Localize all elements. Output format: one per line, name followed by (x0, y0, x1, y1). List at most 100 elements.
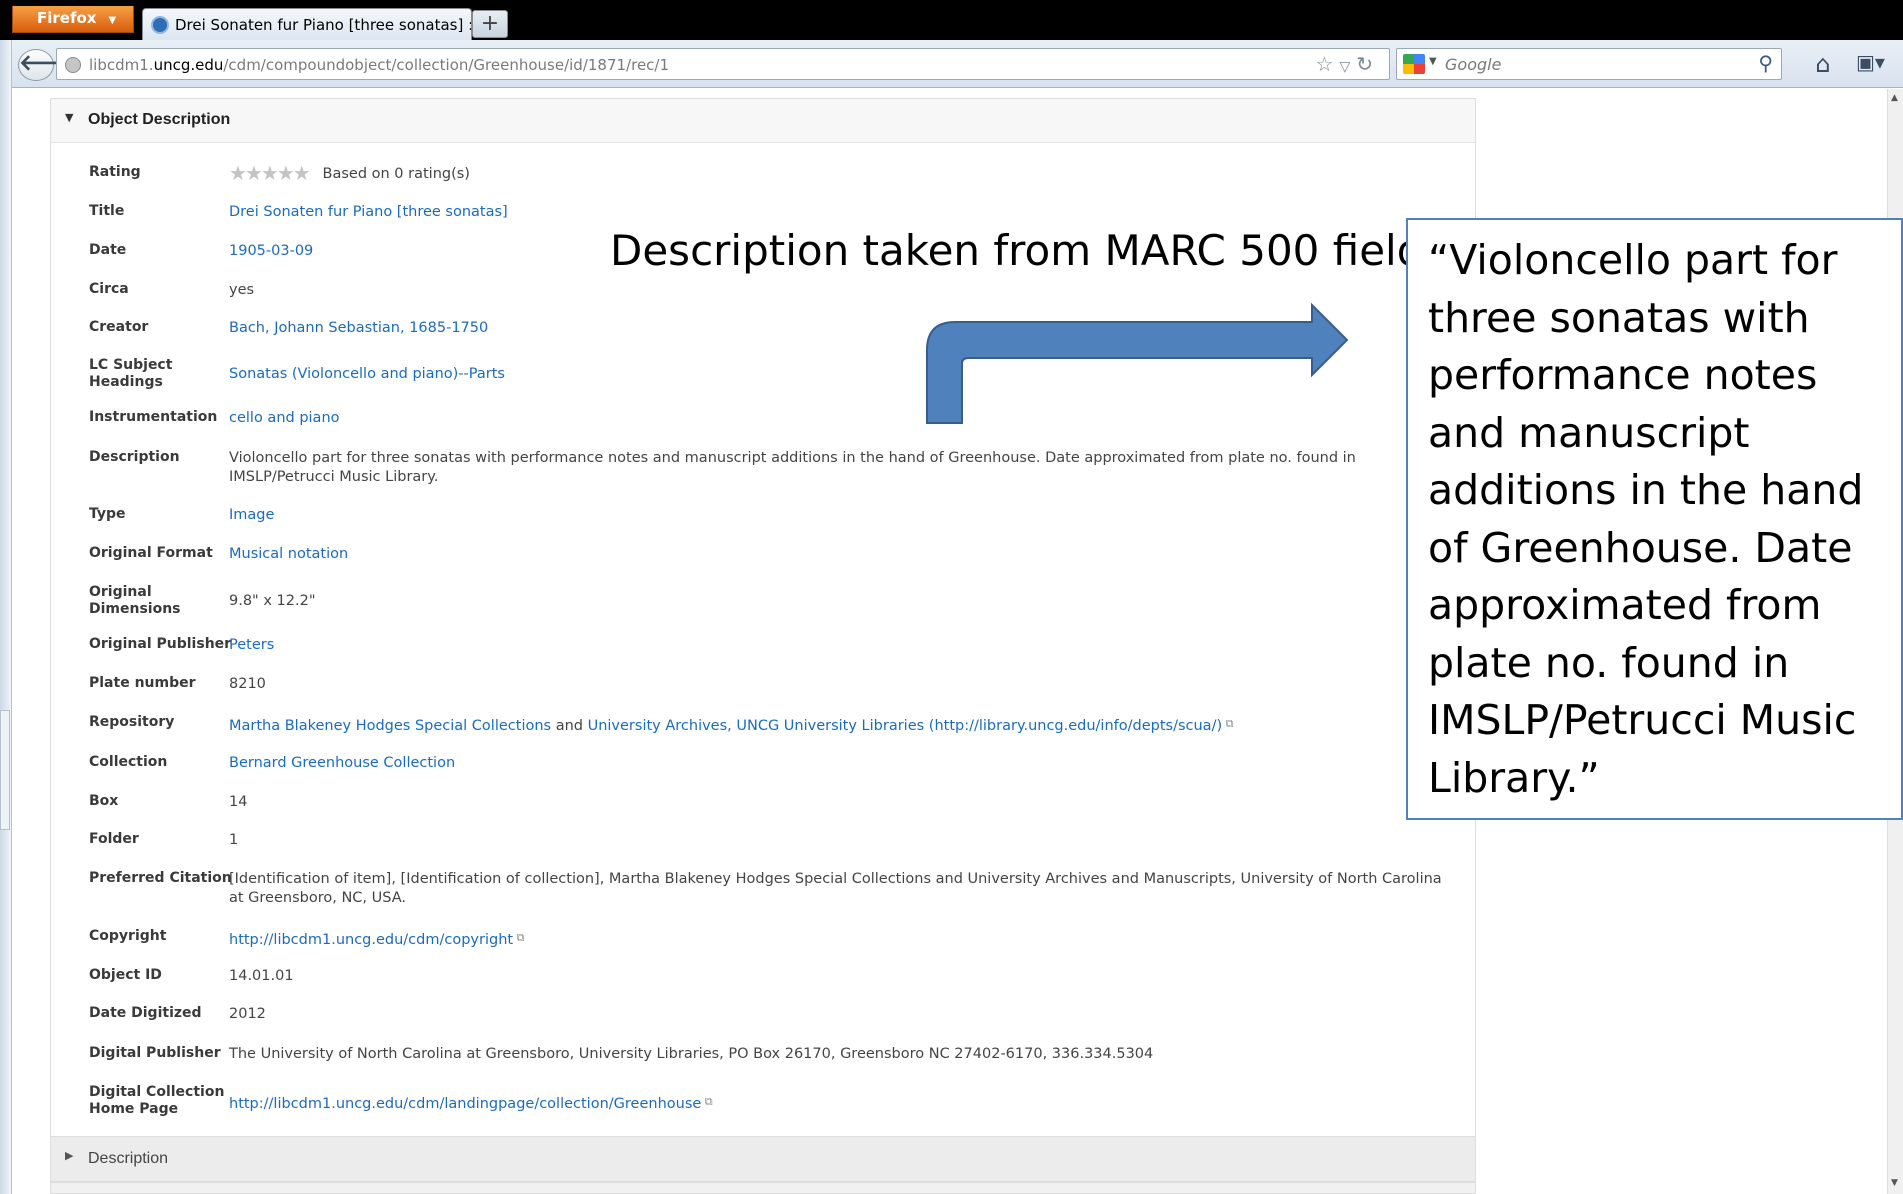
search-bar[interactable]: ▼ Google ⚲ (1396, 48, 1782, 80)
field-label: Creator (89, 319, 149, 335)
reload-icon[interactable]: ↻ (1356, 52, 1379, 76)
title-bar: Firefox ▼ Drei Sonaten fur Piano [three s… (0, 0, 1903, 40)
panel-title: Object Description (88, 111, 231, 128)
date-link[interactable]: 1905-03-09 (229, 243, 313, 259)
collection-link[interactable]: Bernard Greenhouse Collection (229, 755, 455, 771)
field-label: Folder (89, 831, 139, 847)
rating-summary: Based on 0 rating(s) (322, 166, 470, 182)
tab-active[interactable]: Drei Sonaten fur Piano [three sonatas] :… (142, 8, 472, 40)
field-value: 2012 (229, 1006, 266, 1022)
field-label: Digital Collection Home Page (89, 1084, 225, 1117)
next-section-header[interactable] (50, 1182, 1476, 1194)
resize-handle[interactable] (0, 710, 10, 830)
field-value: yes (229, 282, 255, 298)
field-label: Date Digitized (89, 1005, 202, 1021)
site-identity-icon[interactable] (65, 57, 81, 73)
bookmark-star-icon[interactable]: ☆ (1316, 52, 1340, 76)
field-label: Date (89, 242, 127, 258)
field-value: [Identification of item], [Identificatio… (229, 871, 1442, 906)
home-page-link[interactable]: http://libcdm1.uncg.edu/cdm/landingpage/… (229, 1096, 701, 1112)
google-engine-icon[interactable] (1403, 54, 1425, 74)
url-bar[interactable]: libcdm1.uncg.edu/cdm/compoundobject/coll… (56, 48, 1390, 80)
field-label: Object ID (89, 967, 162, 983)
field-label: Description (89, 449, 180, 465)
copyright-link[interactable]: http://libcdm1.uncg.edu/cdm/copyright (229, 932, 513, 948)
firefox-menu-button[interactable]: Firefox ▼ (12, 6, 134, 33)
star-icon[interactable]: ★ (261, 161, 279, 185)
field-label: Digital Publisher (89, 1045, 221, 1061)
star-icon[interactable]: ★ (293, 161, 311, 185)
subject-link[interactable]: Sonatas (Violoncello and piano)--Parts (229, 366, 505, 382)
type-link[interactable]: Image (229, 507, 274, 523)
repository-url-link[interactable]: (http://library.uncg.edu/info/depts/scua… (924, 718, 1222, 734)
format-link[interactable]: Musical notation (229, 546, 348, 562)
tab-title: Drei Sonaten fur Piano [three sonatas] :… (175, 16, 472, 34)
new-tab-button[interactable]: + (472, 10, 508, 38)
chevron-down-icon: ▼ (108, 15, 117, 26)
url-tools: ☆▽↻ (1316, 52, 1379, 76)
url-prefix: libcdm1. (89, 56, 154, 74)
home-button[interactable]: ⌂ (1808, 50, 1838, 80)
creator-link[interactable]: Bach, Johann Sebastian, 1685-1750 (229, 320, 488, 336)
back-button[interactable]: 🡐 (18, 49, 78, 81)
field-label: Original Dimensions (89, 584, 181, 617)
field-label: Original Publisher (89, 636, 232, 652)
external-link-icon: ⧉ (1222, 717, 1234, 730)
field-label: LC Subject Headings (89, 357, 173, 390)
description-section-label: Description (88, 1150, 169, 1167)
field-label: Plate number (89, 675, 196, 691)
callout-text: “Violoncello part for three sonatas with… (1428, 236, 1864, 802)
annotation-caption: Description taken from MARC 500 field (610, 226, 1424, 275)
field-label: Box (89, 793, 119, 809)
sidebar-edge (0, 40, 12, 1194)
field-value: 14 (229, 794, 248, 810)
star-icon[interactable]: ★ (245, 161, 263, 185)
field-label: Title (89, 203, 125, 219)
expand-triangle-icon[interactable]: ▶ (65, 1149, 73, 1162)
field-value: The University of North Carolina at Gree… (229, 1046, 1154, 1062)
collapse-triangle-icon[interactable]: ▼ (65, 111, 73, 124)
instrumentation-link[interactable]: cello and piano (229, 410, 340, 426)
bent-arrow-icon (926, 302, 1349, 424)
repository-and: and (551, 718, 588, 734)
field-label: Type (89, 506, 126, 522)
description-section-header[interactable]: ▶ Description (50, 1136, 1476, 1182)
field-value: ★★★★★ Based on 0 rating(s) (229, 161, 1454, 185)
repository-link[interactable]: Martha Blakeney Hodges Special Collectio… (229, 718, 551, 734)
field-value: 14.01.01 (229, 968, 294, 984)
url-path: /cdm/compoundobject/collection/Greenhous… (223, 56, 670, 74)
url-domain: uncg.edu (153, 56, 224, 74)
field-label: Collection (89, 754, 168, 770)
field-label: Original Format (89, 545, 213, 561)
field-value: 9.8" x 12.2" (229, 593, 316, 609)
bookmarks-menu-button[interactable]: ▣▾ (1856, 50, 1896, 80)
field-value: Violoncello part for three sonatas with … (229, 450, 1356, 485)
history-dropdown-icon[interactable]: ▽ (1339, 59, 1356, 75)
navigation-toolbar: 🡐 libcdm1.uncg.edu/cdm/compoundobject/co… (0, 40, 1903, 88)
site-favicon-icon (151, 16, 169, 34)
archives-link[interactable]: University Archives, UNCG University Lib… (588, 718, 925, 734)
title-link[interactable]: Drei Sonaten fur Piano [three sonatas] (229, 204, 508, 220)
search-icon[interactable]: ⚲ (1758, 51, 1773, 75)
scroll-down-icon[interactable]: ▼ (1891, 1178, 1898, 1188)
field-value: 8210 (229, 676, 266, 692)
firefox-menu-label: Firefox (37, 9, 97, 27)
field-label: Preferred Citation (89, 870, 232, 886)
scroll-up-icon[interactable]: ▲ (1891, 93, 1898, 103)
url-text: libcdm1.uncg.edu/cdm/compoundobject/coll… (89, 56, 669, 74)
chevron-down-icon[interactable]: ▼ (1429, 56, 1437, 67)
field-label: Circa (89, 281, 129, 297)
annotation-callout: “Violoncello part for three sonatas with… (1406, 218, 1903, 820)
field-label: Copyright (89, 928, 167, 944)
star-icon[interactable]: ★ (277, 161, 295, 185)
field-label: Rating (89, 164, 141, 180)
external-link-icon: ⧉ (701, 1095, 713, 1108)
star-icon[interactable]: ★ (229, 161, 247, 185)
external-link-icon: ⧉ (513, 931, 525, 944)
bent-arrow-shape (926, 302, 1349, 424)
search-placeholder: Google (1445, 55, 1502, 74)
field-label: Instrumentation (89, 409, 218, 425)
field-label: Repository (89, 714, 175, 730)
panel-header[interactable]: ▼ Object Description (51, 99, 1475, 143)
publisher-link[interactable]: Peters (229, 637, 274, 653)
